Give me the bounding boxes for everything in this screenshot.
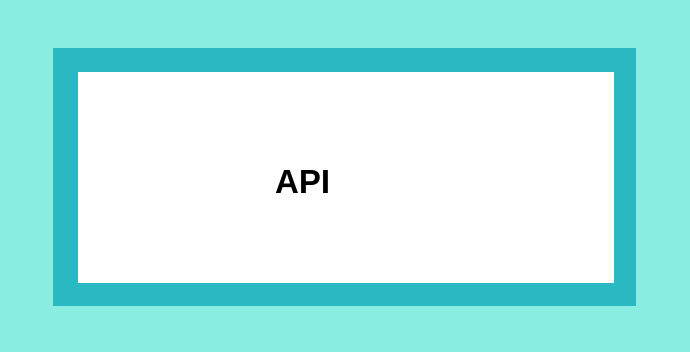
api-box [78,72,614,283]
diagram-canvas: API [0,0,690,352]
api-box-label: API [275,163,331,200]
